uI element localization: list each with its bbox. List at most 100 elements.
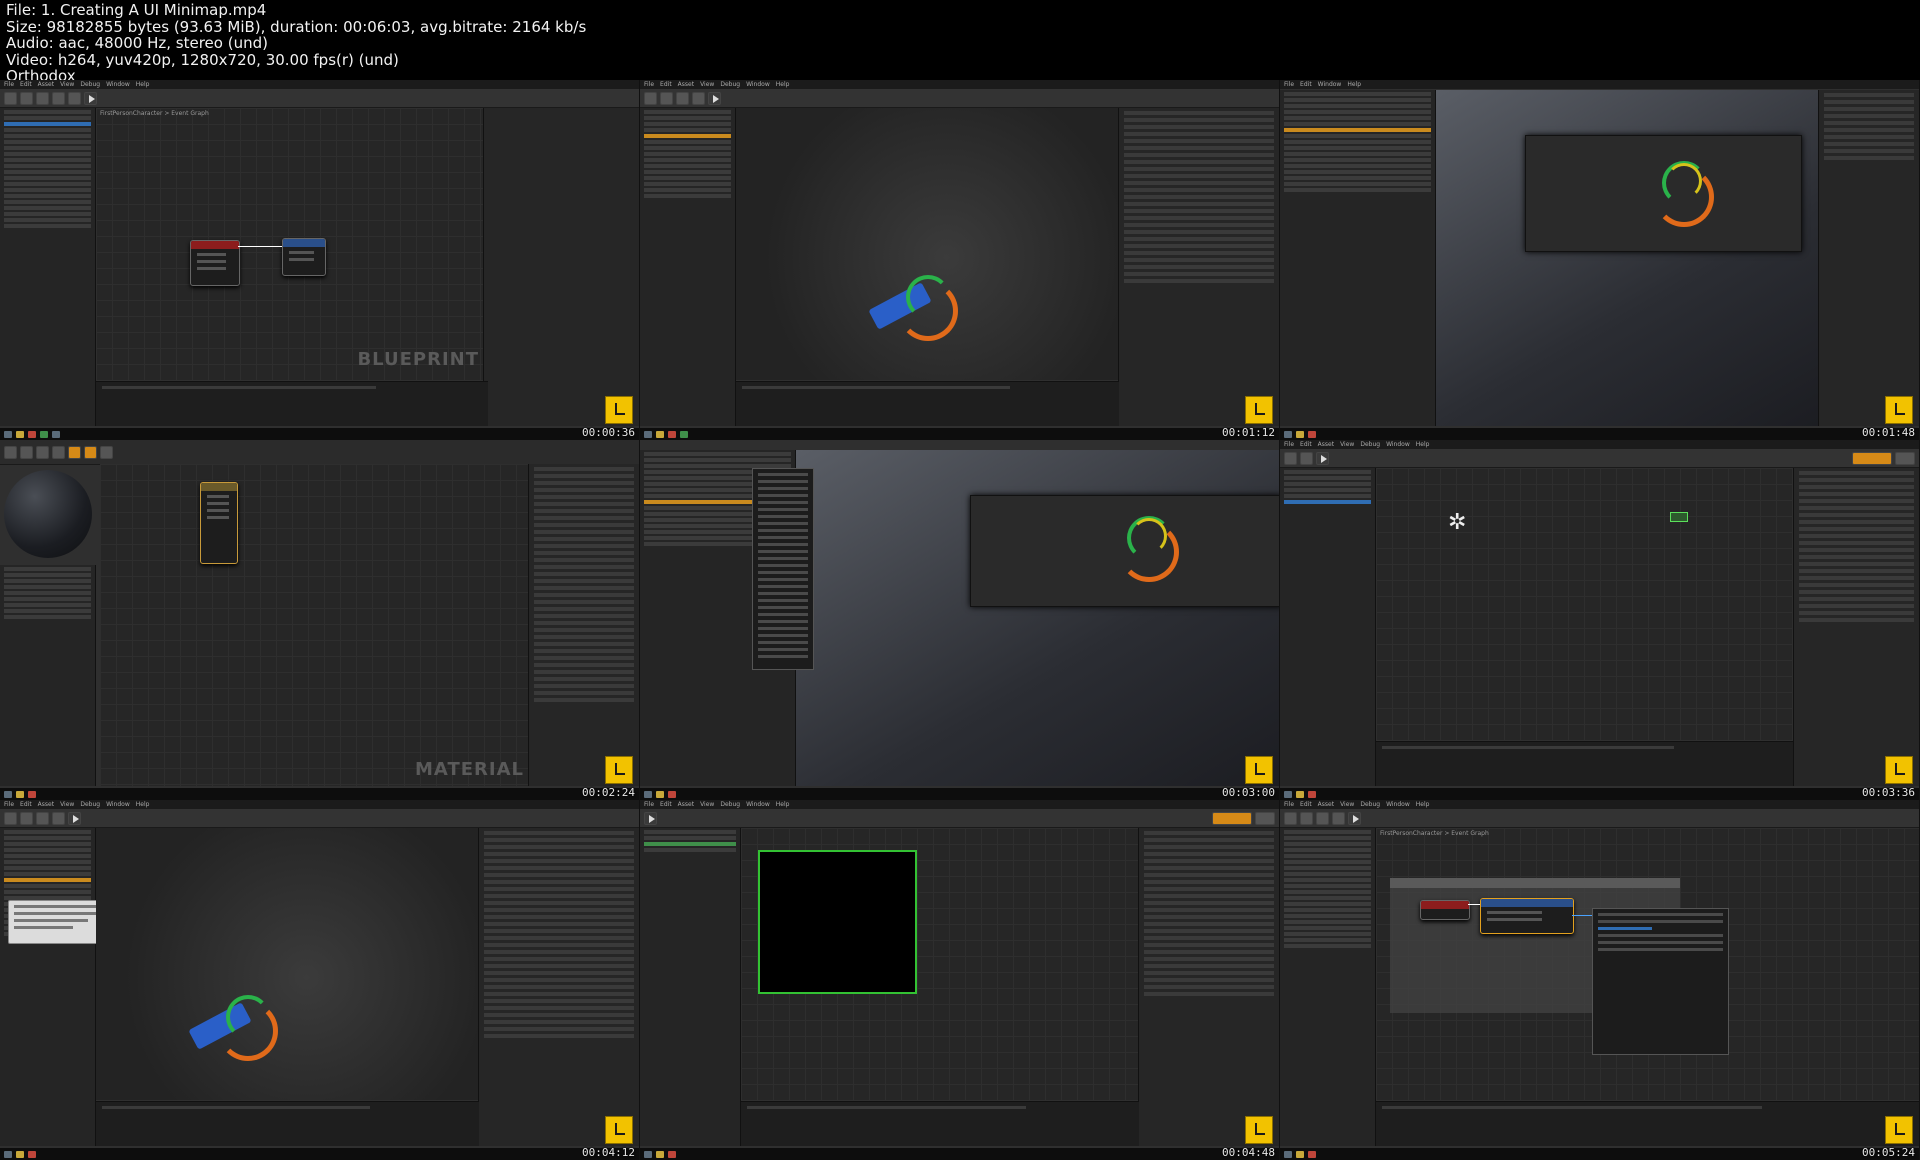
app-icon[interactable] [28, 790, 36, 798]
menu-window[interactable]: Window [746, 800, 770, 809]
graph-tab[interactable] [1255, 811, 1275, 825]
menu-file[interactable]: File [4, 80, 14, 89]
folder-icon[interactable] [1296, 790, 1304, 798]
context-menu[interactable] [752, 468, 814, 670]
menu-asset[interactable]: Asset [38, 800, 54, 809]
blueprint-editor-window[interactable] [1525, 135, 1802, 252]
menu-edit[interactable]: Edit [660, 80, 672, 89]
compile-icon[interactable] [1284, 451, 1297, 465]
folder-icon[interactable] [1296, 1150, 1304, 1158]
material-preview[interactable] [4, 470, 92, 558]
menu-window[interactable]: Window [1386, 800, 1410, 809]
thumbnail-7[interactable]: File Edit Asset View Debug Window Help 0… [0, 800, 640, 1160]
menu-help[interactable]: Help [136, 80, 150, 89]
thumbnail-2[interactable]: File Edit Asset View Debug Window Help 0… [640, 80, 1280, 440]
folder-icon[interactable] [656, 790, 664, 798]
live-preview-icon[interactable] [68, 445, 81, 459]
menu-file[interactable]: File [4, 800, 14, 809]
print-string-node[interactable] [282, 238, 326, 276]
find-icon[interactable] [692, 91, 705, 105]
save-icon[interactable] [4, 445, 17, 459]
event-node[interactable] [190, 240, 240, 286]
play-icon[interactable] [1348, 811, 1361, 825]
app-icon[interactable] [40, 430, 48, 438]
play-icon[interactable] [644, 811, 657, 825]
stats-icon[interactable] [100, 445, 113, 459]
viewport[interactable] [96, 828, 479, 1100]
menu-file[interactable]: File [644, 800, 654, 809]
material-graph[interactable] [100, 464, 529, 786]
menu-view[interactable]: View [60, 80, 74, 89]
graph-tab[interactable] [1895, 451, 1915, 465]
app-icon[interactable] [680, 430, 688, 438]
menu-help[interactable]: Help [136, 800, 150, 809]
first-person-mesh[interactable] [188, 995, 280, 1061]
save-icon[interactable] [20, 91, 33, 105]
start-icon[interactable] [644, 430, 652, 438]
compile-icon[interactable] [1284, 811, 1297, 825]
thumbnail-3[interactable]: File Edit Window Help 00:01:48 [1280, 80, 1920, 440]
menu-window[interactable]: Window [746, 80, 770, 89]
designer-canvas[interactable] [1376, 468, 1793, 740]
first-person-mesh[interactable] [868, 275, 960, 341]
thumbnail-6[interactable]: File Edit Asset View Debug Window Help ✲ [1280, 440, 1920, 800]
app-icon[interactable] [668, 430, 676, 438]
menu-view[interactable]: View [1340, 800, 1354, 809]
menu-view[interactable]: View [700, 800, 714, 809]
menu-help[interactable]: Help [776, 800, 790, 809]
start-icon[interactable] [4, 430, 12, 438]
settings-icon[interactable] [68, 91, 81, 105]
menu-file[interactable]: File [1284, 800, 1294, 809]
comment-box[interactable] [1390, 878, 1680, 888]
designer-tab[interactable] [1852, 451, 1892, 465]
folder-icon[interactable] [1296, 430, 1304, 438]
blueprint-editor-window[interactable] [970, 495, 1279, 607]
thumbnail-5[interactable]: 00:03:00 [640, 440, 1280, 800]
browse-icon[interactable] [20, 445, 33, 459]
find-icon[interactable] [52, 811, 65, 825]
thumbnail-9[interactable]: File Edit Asset View Debug Window Help F… [1280, 800, 1920, 1160]
app-icon[interactable] [1308, 430, 1316, 438]
app-icon[interactable] [668, 1150, 676, 1158]
app-icon[interactable] [28, 1150, 36, 1158]
play-icon[interactable] [1316, 451, 1329, 465]
menu-debug[interactable]: Debug [720, 800, 740, 809]
menu-file[interactable]: File [644, 80, 654, 89]
menu-edit[interactable]: Edit [1300, 800, 1312, 809]
apply-icon[interactable] [36, 445, 49, 459]
live-nodes-icon[interactable] [84, 445, 97, 459]
menu-file[interactable]: File [1284, 80, 1294, 89]
menu-edit[interactable]: Edit [1300, 80, 1312, 89]
play-icon[interactable] [84, 91, 97, 105]
start-icon[interactable] [644, 790, 652, 798]
menu-edit[interactable]: Edit [1300, 440, 1312, 449]
menu-debug[interactable]: Debug [80, 80, 100, 89]
start-icon[interactable] [4, 790, 12, 798]
browse-icon[interactable] [36, 91, 49, 105]
menu-help[interactable]: Help [1416, 800, 1430, 809]
menu-window[interactable]: Window [106, 80, 130, 89]
save-icon[interactable] [660, 91, 673, 105]
minimap-image[interactable] [758, 850, 917, 994]
menu-window[interactable]: Window [1386, 440, 1410, 449]
menu-view[interactable]: View [1340, 440, 1354, 449]
browse-icon[interactable] [36, 811, 49, 825]
menu-asset[interactable]: Asset [678, 800, 694, 809]
menu-asset[interactable]: Asset [1318, 440, 1334, 449]
start-icon[interactable] [4, 1150, 12, 1158]
thumbnail-4[interactable]: MATERIAL 00:02:24 [0, 440, 640, 800]
folder-icon[interactable] [656, 430, 664, 438]
material-node[interactable] [200, 482, 238, 564]
menu-debug[interactable]: Debug [80, 800, 100, 809]
menu-asset[interactable]: Asset [678, 80, 694, 89]
designer-tab[interactable] [1212, 811, 1252, 825]
app-icon[interactable] [1308, 1150, 1316, 1158]
browse-icon[interactable] [676, 91, 689, 105]
menu-debug[interactable]: Debug [1360, 800, 1380, 809]
start-icon[interactable] [1284, 1150, 1292, 1158]
menu-window[interactable]: Window [106, 800, 130, 809]
find-icon[interactable] [52, 91, 65, 105]
menu-help[interactable]: Help [1347, 80, 1361, 89]
browse-icon[interactable] [1316, 811, 1329, 825]
compile-icon[interactable] [4, 811, 17, 825]
